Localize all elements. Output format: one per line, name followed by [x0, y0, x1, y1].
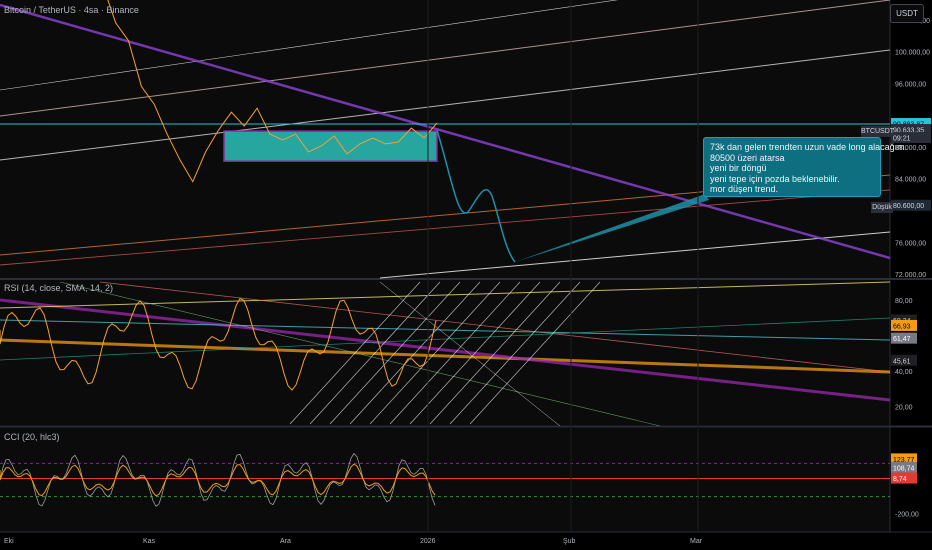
price-axis-tick: 100.000,00	[895, 50, 930, 57]
price-tag-text: 80.600,00	[893, 203, 924, 210]
price-axis-tick: 76.000,00	[895, 240, 926, 247]
price-axis-tick: 72.000,00	[895, 272, 926, 279]
note-line: yeni bir döngü	[710, 163, 767, 173]
rsi-tag-text: 61,47	[893, 336, 911, 343]
cci-tag-text: 108,74	[893, 465, 915, 472]
cci-panel	[0, 428, 890, 532]
note-line: yeni tepe için pozda beklenebilir.	[710, 173, 840, 184]
time-axis-label: 2026	[420, 538, 436, 545]
rsi-axis-tick: 80,00	[895, 298, 913, 305]
low-tag: Düşük	[871, 202, 893, 213]
price-axis-tick: 84.000,00	[895, 177, 926, 184]
currency-button[interactable]: USDT	[890, 4, 924, 23]
symbol-tag: BTCUSDT	[861, 126, 895, 137]
rsi-tag-text: 45,61	[893, 358, 911, 365]
cci-axis-tick: -200,00	[895, 511, 919, 518]
range-box[interactable]	[223, 130, 438, 162]
rsi-panel	[0, 280, 890, 425]
time-axis-label: Ara	[280, 538, 291, 545]
time-axis-label: Mar	[690, 538, 703, 545]
text-note[interactable]: 73k dan gelen trendten uzun vade long al…	[703, 137, 908, 197]
chart-canvas[interactable]: 104.000,00100.000,0096.000,0088.000,0084…	[0, 0, 932, 550]
cci-title: CCI (20, hlc3)	[4, 432, 60, 442]
time-axis-label: Şub	[563, 538, 576, 545]
rsi-tag-text: 66,93	[893, 323, 911, 330]
cci-tag-text: 8,74	[893, 476, 907, 483]
time-axis-label: Eki	[4, 538, 14, 545]
chart-title: Bitcoin / TetherUS · 4sa · Binance	[4, 5, 139, 15]
note-line: 73k dan gelen trendten uzun vade long al…	[710, 142, 908, 152]
rsi-axis-tick: 20,00	[895, 404, 913, 411]
time-axis-label: Kas	[143, 538, 156, 545]
rsi-title: RSI (14, close, SMA, 14, 2)	[4, 283, 114, 293]
note-line: mor düşen trend.	[710, 184, 779, 194]
note-line: 80500 üzeri atarsa	[710, 152, 785, 163]
price-axis-tick: 96.000,00	[895, 81, 926, 88]
rsi-axis-tick: 40,00	[895, 369, 913, 376]
